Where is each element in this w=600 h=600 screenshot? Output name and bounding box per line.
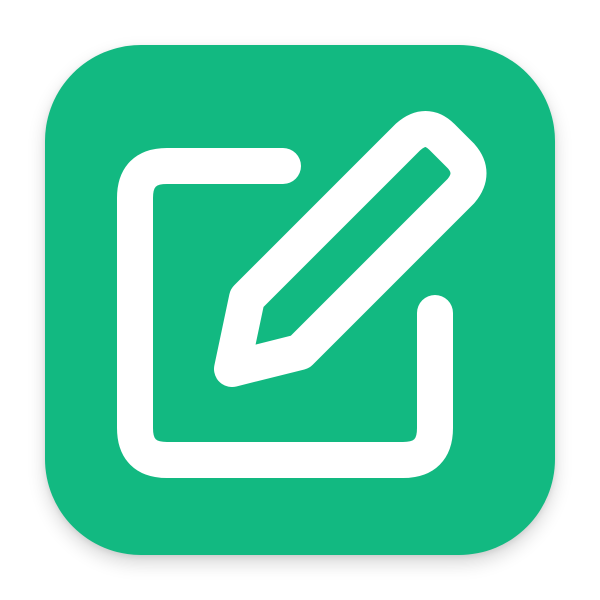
square-frame-icon [117,148,453,478]
app-icon-canvas [0,0,600,600]
edit-icon [117,111,487,478]
